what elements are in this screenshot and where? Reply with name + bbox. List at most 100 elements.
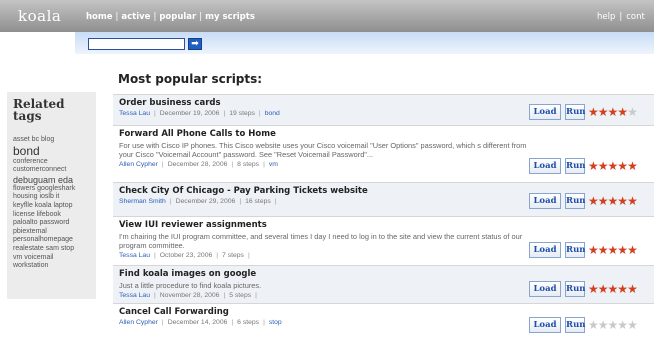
nav-active[interactable]: active bbox=[121, 12, 150, 22]
load-button[interactable]: Load bbox=[529, 242, 561, 258]
nav-home[interactable]: home bbox=[86, 12, 113, 22]
run-button[interactable]: Run bbox=[565, 193, 585, 209]
script-steps: 19 steps bbox=[229, 110, 255, 117]
search-input[interactable] bbox=[88, 38, 185, 50]
tag-link[interactable]: paloalto password bbox=[13, 219, 90, 228]
meta-separator: | bbox=[216, 252, 219, 259]
star-icon[interactable]: ★ bbox=[598, 159, 609, 173]
script-tag[interactable]: bond bbox=[265, 110, 280, 117]
star-icon[interactable]: ★ bbox=[617, 318, 628, 332]
nav-popular[interactable]: popular bbox=[159, 12, 196, 22]
tag-link[interactable]: license lifebook bbox=[13, 211, 90, 220]
load-button[interactable]: Load bbox=[529, 158, 561, 174]
star-icon[interactable]: ★ bbox=[627, 282, 638, 296]
tag-link[interactable]: keyflle koala laptop bbox=[13, 202, 90, 211]
rating-stars[interactable]: ★★★★★ bbox=[588, 282, 638, 296]
tag-link[interactable]: workstation bbox=[13, 262, 90, 271]
star-icon[interactable]: ★ bbox=[588, 105, 599, 119]
star-icon[interactable]: ★ bbox=[627, 159, 638, 173]
tag-link[interactable]: housing ioslb it bbox=[13, 193, 90, 202]
star-icon[interactable]: ★ bbox=[608, 105, 619, 119]
tag-link[interactable]: pbiextemal bbox=[13, 228, 90, 237]
rating-stars[interactable]: ★★★★★ bbox=[588, 194, 638, 208]
load-button[interactable]: Load bbox=[529, 317, 561, 333]
star-icon[interactable]: ★ bbox=[617, 243, 628, 257]
meta-separator: | bbox=[161, 161, 164, 168]
script-author[interactable]: Tessa Lau bbox=[119, 252, 150, 259]
script-date: October 23, 2006 bbox=[159, 252, 213, 259]
script-tag[interactable]: stop bbox=[269, 319, 282, 326]
run-button[interactable]: Run bbox=[565, 158, 585, 174]
script-author[interactable]: Sherman Smith bbox=[119, 198, 166, 205]
star-icon[interactable]: ★ bbox=[598, 243, 609, 257]
app-logo[interactable]: koala bbox=[18, 7, 61, 25]
star-icon[interactable]: ★ bbox=[617, 159, 628, 173]
run-button[interactable]: Run bbox=[565, 104, 585, 120]
star-icon[interactable]: ★ bbox=[617, 194, 628, 208]
star-icon[interactable]: ★ bbox=[588, 159, 599, 173]
star-icon[interactable]: ★ bbox=[617, 282, 628, 296]
rating-stars[interactable]: ★★★★★ bbox=[588, 318, 638, 332]
meta-separator: | bbox=[258, 110, 261, 117]
star-icon[interactable]: ★ bbox=[608, 159, 619, 173]
star-icon[interactable]: ★ bbox=[627, 105, 638, 119]
meta-separator: | bbox=[255, 292, 257, 299]
tag-link[interactable]: personalhomepage bbox=[13, 236, 90, 245]
rating-stars[interactable]: ★★★★★ bbox=[588, 243, 638, 257]
rating-stars[interactable]: ★★★★★ bbox=[588, 159, 638, 173]
tag-link[interactable]: conference bbox=[13, 158, 90, 167]
nav-help[interactable]: help bbox=[597, 12, 615, 22]
star-icon[interactable]: ★ bbox=[598, 194, 609, 208]
search-bar: ➡ bbox=[75, 32, 654, 54]
rating-stars[interactable]: ★★★★★ bbox=[588, 105, 638, 119]
tag-link[interactable]: realestate sam stop bbox=[13, 245, 90, 254]
script-author[interactable]: Allen Cypher bbox=[119, 319, 158, 326]
script-row: Forward All Phone Calls to Home For use w… bbox=[113, 125, 654, 182]
meta-separator: | bbox=[153, 252, 156, 259]
run-button[interactable]: Run bbox=[565, 281, 585, 297]
script-title[interactable]: Find koala images on google bbox=[119, 269, 654, 279]
star-icon[interactable]: ★ bbox=[588, 282, 599, 296]
search-go-button[interactable]: ➡ bbox=[188, 38, 202, 50]
tag-link[interactable]: customerconnect bbox=[13, 166, 90, 175]
star-icon[interactable]: ★ bbox=[608, 282, 619, 296]
script-title[interactable]: Cancel Call Forwarding bbox=[119, 307, 654, 317]
script-author[interactable]: Tessa Lau bbox=[119, 292, 150, 299]
star-icon[interactable]: ★ bbox=[598, 282, 609, 296]
star-icon[interactable]: ★ bbox=[598, 105, 609, 119]
script-author[interactable]: Allen Cypher bbox=[119, 161, 158, 168]
scripts-list: Order business cards Tessa Lau | December 1… bbox=[113, 94, 654, 333]
script-title[interactable]: Forward All Phone Calls to Home bbox=[119, 129, 654, 139]
script-title[interactable]: View IUI reviewer assignments bbox=[119, 220, 654, 230]
tag-link[interactable]: flowers googleshark bbox=[13, 185, 90, 194]
star-icon[interactable]: ★ bbox=[627, 194, 638, 208]
script-date: December 28, 2006 bbox=[167, 161, 228, 168]
star-icon[interactable]: ★ bbox=[627, 318, 638, 332]
nav-contact[interactable]: cont bbox=[626, 12, 645, 22]
run-button[interactable]: Run bbox=[565, 317, 585, 333]
star-icon[interactable]: ★ bbox=[608, 194, 619, 208]
nav-my-scripts[interactable]: my scripts bbox=[205, 12, 255, 22]
tag-link[interactable]: debuguam eda bbox=[13, 175, 90, 185]
meta-separator: | bbox=[263, 319, 265, 326]
run-button[interactable]: Run bbox=[565, 242, 585, 258]
star-icon[interactable]: ★ bbox=[617, 105, 628, 119]
load-button[interactable]: Load bbox=[529, 193, 561, 209]
script-description: For use with Cisco IP phones. This Cisco… bbox=[119, 141, 527, 159]
script-date: December 14, 2006 bbox=[167, 319, 228, 326]
tag-link[interactable]: bond bbox=[13, 144, 90, 158]
script-steps: 5 steps bbox=[229, 292, 252, 299]
tag-link[interactable]: vm voicemail bbox=[13, 254, 90, 263]
script-author[interactable]: Tessa Lau bbox=[119, 110, 150, 117]
load-button[interactable]: Load bbox=[529, 104, 561, 120]
star-icon[interactable]: ★ bbox=[588, 318, 599, 332]
script-tag[interactable]: vm bbox=[269, 161, 278, 168]
script-steps: 16 steps bbox=[245, 198, 271, 205]
star-icon[interactable]: ★ bbox=[588, 194, 599, 208]
load-button[interactable]: Load bbox=[529, 281, 561, 297]
star-icon[interactable]: ★ bbox=[608, 243, 619, 257]
star-icon[interactable]: ★ bbox=[588, 243, 599, 257]
star-icon[interactable]: ★ bbox=[627, 243, 638, 257]
star-icon[interactable]: ★ bbox=[598, 318, 609, 332]
star-icon[interactable]: ★ bbox=[608, 318, 619, 332]
